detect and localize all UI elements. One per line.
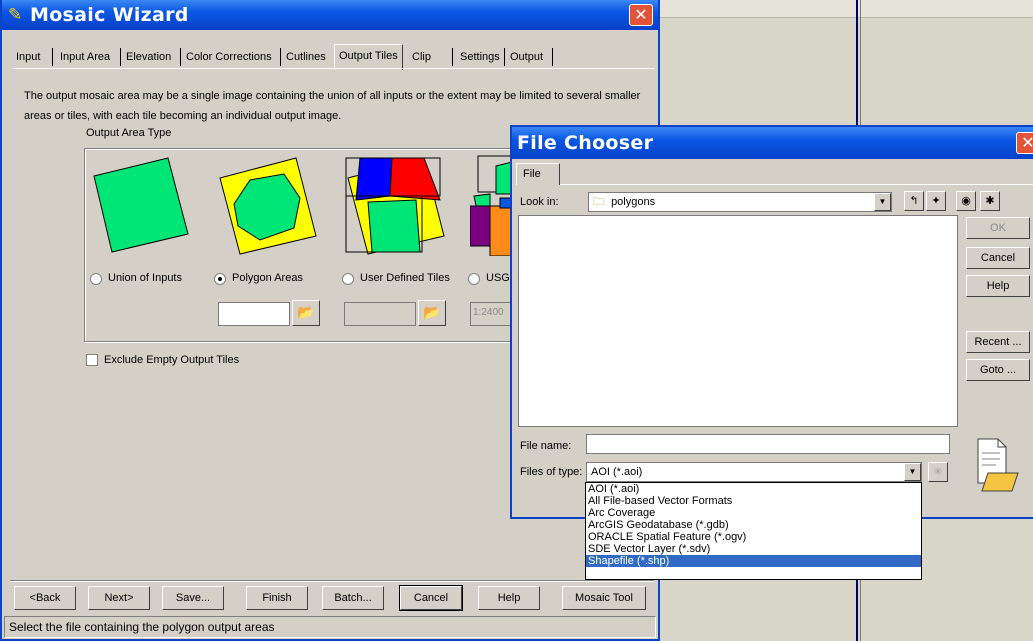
cancel-button[interactable]: Cancel [966, 247, 1030, 269]
recent-button[interactable]: Recent ... [966, 331, 1030, 353]
status-bar: Select the file containing the polygon o… [4, 616, 656, 638]
polygon-file-field[interactable] [218, 302, 290, 326]
user-defined-tiles-illustration [345, 157, 445, 255]
exclude-empty-checkbox[interactable] [86, 354, 98, 366]
type-option[interactable]: All File-based Vector Formats [586, 495, 921, 507]
file-chooser-window: File Chooser ✕ File Look in: 🗀 polygons … [510, 125, 1033, 519]
tab-description: The output mosaic area may be a single i… [24, 90, 641, 122]
usgs-radio[interactable] [468, 273, 480, 285]
polygon-radio[interactable] [214, 273, 226, 285]
file-chooser-tab-underline [560, 184, 1033, 185]
usgs-scale-field[interactable]: 1:2400 [470, 302, 514, 326]
type-option[interactable]: ORACLE Spatial Feature (*.ogv) [586, 531, 921, 543]
tab-cutlines[interactable]: Cutlines [282, 48, 330, 68]
back-button[interactable]: <Back [14, 586, 76, 610]
tab-separator [452, 48, 453, 66]
files-of-type-dropdown[interactable]: AOI (*.aoi) All File-based Vector Format… [585, 482, 922, 580]
filter-options-icon[interactable]: ✳ [928, 462, 948, 482]
new-folder-icon[interactable]: ✦ [926, 191, 946, 211]
tab-underline [14, 68, 654, 69]
tab-clip[interactable]: Clip [408, 48, 435, 68]
close-icon[interactable]: ✕ [1016, 132, 1033, 154]
tab-input-area[interactable]: Input Area [56, 48, 114, 68]
files-of-type-label: Files of type: [520, 466, 583, 478]
goto-button[interactable]: Goto ... [966, 359, 1030, 381]
union-of-inputs-illustration [93, 157, 189, 253]
user-tiles-file-field[interactable] [344, 302, 416, 326]
usgs-tiles-illustration [470, 155, 512, 256]
union-radio[interactable] [90, 273, 102, 285]
mosaic-app-icon: ✎ [8, 5, 23, 25]
folder-open-icon[interactable]: 📂 [418, 300, 446, 326]
tab-separator [180, 48, 181, 66]
up-folder-icon[interactable]: ↰ [904, 191, 924, 211]
file-name-label: File name: [520, 440, 572, 452]
save-button[interactable]: Save... [162, 586, 224, 610]
help-button[interactable]: Help [966, 275, 1030, 297]
look-in-value: polygons [611, 196, 656, 208]
type-option[interactable]: SDE Vector Layer (*.sdv) [586, 543, 921, 555]
tab-output[interactable]: Output [506, 48, 547, 68]
file-list[interactable] [518, 215, 958, 427]
look-in-combo[interactable]: 🗀 polygons ▼ [588, 192, 892, 212]
tab-separator [552, 48, 553, 66]
batch-button[interactable]: Batch... [322, 586, 384, 610]
background-strip [660, 0, 1033, 18]
finish-button[interactable]: Finish [246, 586, 308, 610]
close-icon[interactable]: ✕ [629, 4, 653, 26]
exclude-empty-label: Exclude Empty Output Tiles [104, 354, 240, 366]
next-button[interactable]: Next> [88, 586, 150, 610]
type-option[interactable]: AOI (*.aoi) [586, 483, 921, 495]
bottom-separator [10, 580, 654, 582]
favorites-icon[interactable]: ◉ [956, 191, 976, 211]
tab-file[interactable]: File [516, 163, 560, 185]
refresh-icon[interactable]: ✱ [980, 191, 1000, 211]
polygon-areas-illustration [219, 157, 317, 255]
file-chooser-titlebar[interactable]: File Chooser ✕ [512, 127, 1033, 159]
user-tiles-label: User Defined Tiles [360, 272, 450, 284]
polygon-label: Polygon Areas [232, 272, 303, 284]
tab-separator [120, 48, 121, 66]
mosaic-tool-button[interactable]: Mosaic Tool [562, 586, 646, 610]
tab-separator [52, 48, 53, 66]
tab-input[interactable]: Input [12, 48, 44, 68]
mosaic-titlebar[interactable]: ✎ Mosaic Wizard ✕ [2, 0, 658, 30]
files-of-type-value: AOI (*.aoi) [591, 466, 643, 478]
look-in-label: Look in: [520, 196, 559, 208]
chevron-down-icon[interactable]: ▼ [874, 193, 891, 211]
tab-elevation[interactable]: Elevation [122, 48, 175, 68]
tab-separator [280, 48, 281, 66]
mosaic-title: Mosaic Wizard [30, 4, 189, 26]
tab-settings[interactable]: Settings [456, 48, 504, 68]
files-of-type-combo[interactable]: AOI (*.aoi) ▼ [586, 462, 922, 482]
usgs-label: USG [486, 272, 510, 284]
folder-open-icon[interactable]: 📂 [292, 300, 320, 326]
user-tiles-radio[interactable] [342, 273, 354, 285]
cancel-button[interactable]: Cancel [399, 585, 463, 611]
file-name-input[interactable] [586, 434, 950, 454]
file-chooser-title: File Chooser [517, 132, 654, 154]
type-option[interactable]: Arc Coverage [586, 507, 921, 519]
tab-color-corrections[interactable]: Color Corrections [182, 48, 276, 68]
union-label: Union of Inputs [108, 272, 182, 284]
tab-output-tiles[interactable]: Output Tiles [334, 44, 403, 70]
type-option[interactable]: ArcGIS Geodatabase (*.gdb) [586, 519, 921, 531]
folder-icon: 🗀 [593, 196, 604, 208]
file-preview-icon [974, 437, 1022, 493]
help-button[interactable]: Help [478, 586, 540, 610]
tab-separator [504, 48, 505, 66]
chevron-down-icon[interactable]: ▼ [904, 463, 921, 481]
output-area-type-label: Output Area Type [86, 127, 172, 139]
ok-button[interactable]: OK [966, 217, 1030, 239]
type-option-selected[interactable]: Shapefile (*.shp) [586, 555, 921, 567]
usgs-scale-value: 1:2400 [473, 307, 504, 318]
